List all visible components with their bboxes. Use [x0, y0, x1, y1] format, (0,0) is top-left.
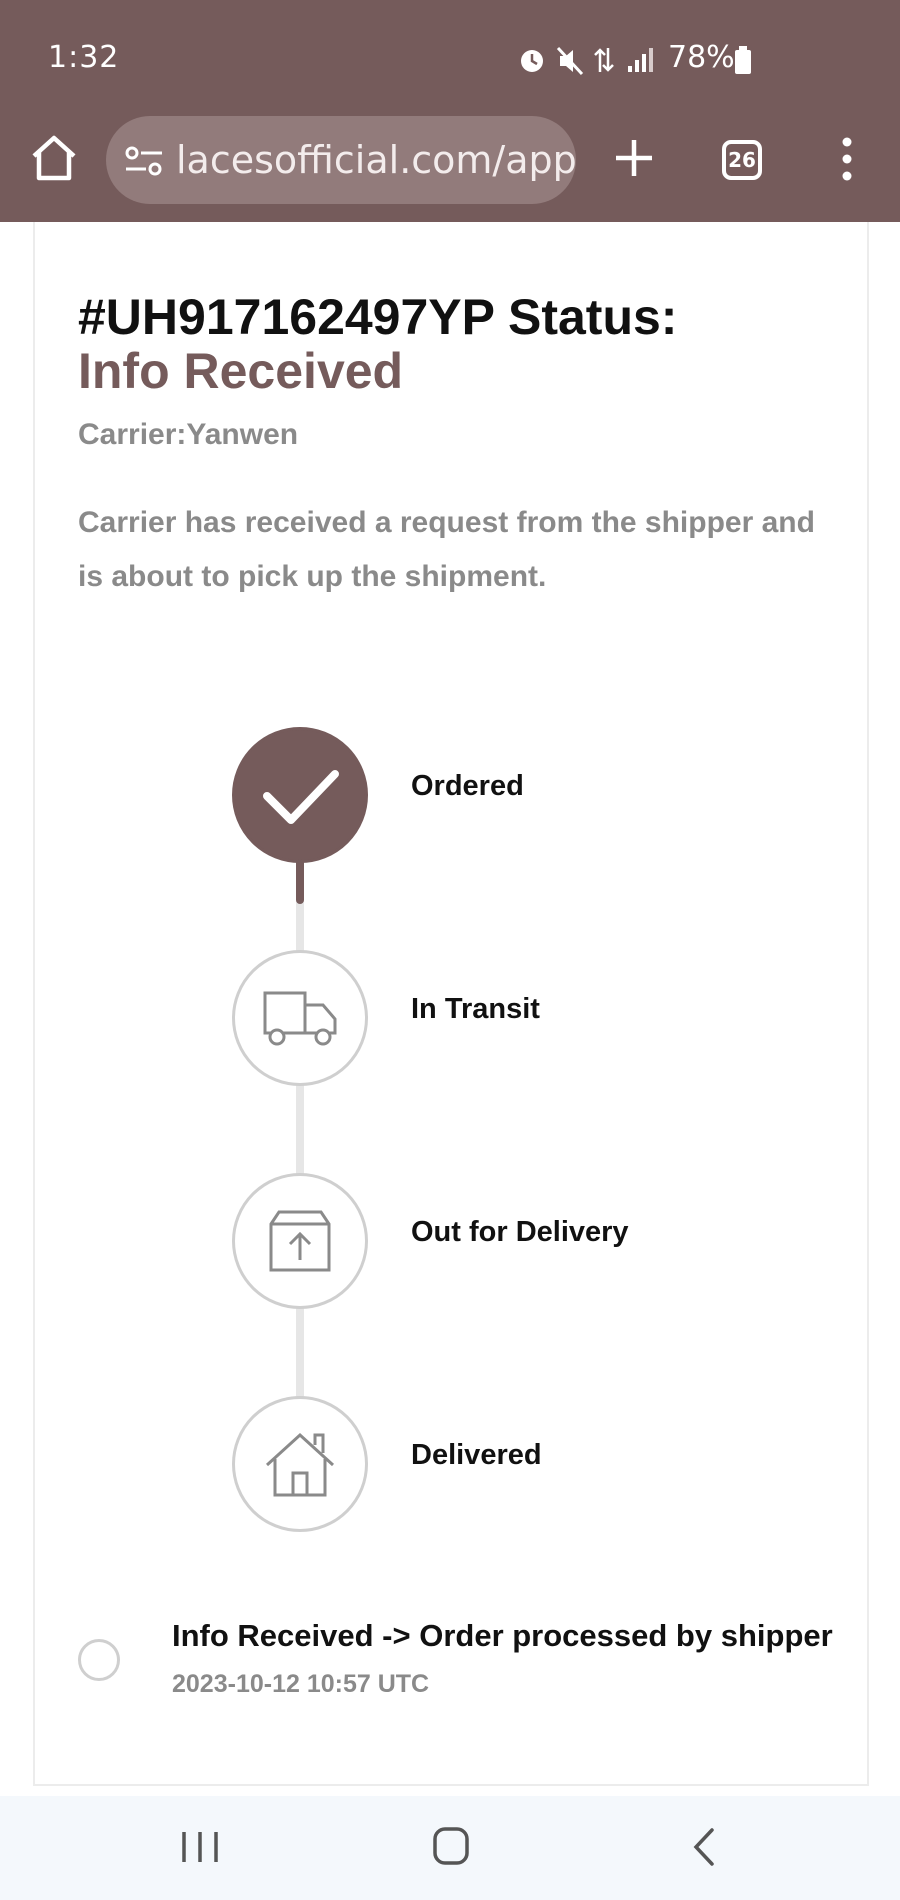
- step-out-for-delivery: [232, 1173, 368, 1309]
- status-description: Carrier has received a request from the …: [78, 506, 815, 593]
- step-in-transit: [232, 950, 368, 1086]
- recent-apps-icon[interactable]: [180, 1830, 220, 1864]
- status-indicator-icons: [521, 46, 653, 76]
- step-delivered: [232, 1396, 368, 1532]
- status-time: 1:32: [48, 40, 120, 75]
- house-icon: [265, 1432, 335, 1497]
- site-settings-icon[interactable]: [124, 144, 164, 178]
- system-nav-bar: [0, 1796, 900, 1900]
- browser-toolbar: lacesofficial.com/app 26: [0, 112, 900, 222]
- order-number: #UH917162497YP Status:: [78, 289, 678, 345]
- home-icon[interactable]: [28, 132, 80, 184]
- battery-percent: 78%: [668, 40, 735, 75]
- package-icon: [269, 1210, 331, 1272]
- step-label-in-transit: In Transit: [411, 993, 540, 1025]
- url-bar[interactable]: lacesofficial.com/app: [106, 116, 576, 204]
- new-tab-icon[interactable]: [610, 134, 658, 182]
- status-text: Info Received: [78, 343, 404, 399]
- truck-icon: [263, 991, 337, 1046]
- event-description: Info Received -> Order processed by ship…: [172, 1618, 833, 1653]
- check-icon: [263, 770, 339, 824]
- step-label-delivered: Delivered: [411, 1439, 542, 1471]
- tab-switcher-button[interactable]: 26: [722, 140, 762, 180]
- carrier-label: Carrier:Yanwen: [78, 418, 299, 451]
- back-icon[interactable]: [688, 1826, 718, 1868]
- step-label-out-for-delivery: Out for Delivery: [411, 1216, 629, 1248]
- step-ordered: [232, 727, 368, 863]
- event-radio[interactable]: [78, 1639, 120, 1681]
- battery-icon: [735, 46, 751, 74]
- event-timestamp: 2023-10-12 10:57 UTC: [172, 1670, 430, 1698]
- step-label-ordered: Ordered: [411, 770, 524, 802]
- status-bar: 1:32 78%: [0, 0, 900, 112]
- more-menu-icon[interactable]: [832, 134, 862, 184]
- status-icons: [516, 42, 666, 78]
- url-text: lacesofficial.com/app: [176, 138, 576, 182]
- nav-home-icon[interactable]: [432, 1826, 470, 1866]
- tracking-title: #UH917162497YP Status: Info Received: [78, 290, 858, 398]
